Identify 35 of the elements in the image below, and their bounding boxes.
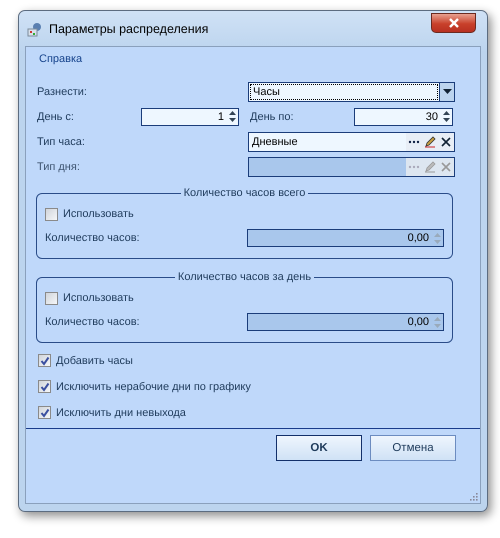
field-label: День по:	[250, 110, 295, 122]
checkbox[interactable]	[38, 354, 51, 367]
field-label: Тип часа:	[37, 136, 86, 148]
checkbox-label[interactable]: Использовать	[63, 208, 134, 220]
dialog-button[interactable]: Отмена	[370, 435, 456, 461]
checkbox-label[interactable]: Использовать	[63, 292, 134, 304]
number-field[interactable]: 1	[141, 108, 239, 126]
field-label: Тип дня:	[37, 160, 81, 172]
number-field[interactable]: 30	[354, 108, 453, 126]
close-button[interactable]	[431, 12, 476, 32]
field-label: День с:	[37, 110, 75, 122]
checkbox[interactable]	[45, 292, 58, 304]
group-title: Количество часов за день	[176, 271, 312, 283]
spin-arrows-icon[interactable]	[227, 109, 238, 124]
checkbox[interactable]	[38, 406, 51, 419]
window-title: Параметры распределения	[49, 22, 208, 36]
checkbox-label[interactable]: Исключить нерабочие дни по графику	[56, 380, 251, 392]
more-icon[interactable]	[406, 132, 422, 150]
dialog-button[interactable]: OK	[276, 435, 362, 461]
field-label: Количество часов:	[45, 316, 140, 328]
group-title: Количество часов всего	[182, 187, 306, 199]
spin-arrows-icon[interactable]	[441, 109, 452, 124]
field-label: Разнести:	[37, 86, 88, 98]
checkbox-label[interactable]: Исключить дни невыхода	[56, 406, 186, 418]
checkbox[interactable]	[45, 208, 58, 220]
lookup-field[interactable]: Дневные	[248, 132, 455, 152]
close-icon[interactable]	[448, 18, 460, 28]
app-icon	[27, 20, 43, 36]
dropdown[interactable]: Часы	[248, 82, 455, 102]
resize-grip-icon[interactable]	[468, 491, 478, 501]
field-label: Количество часов:	[45, 232, 140, 244]
clear-icon[interactable]	[438, 132, 454, 150]
menu-item[interactable]: Справка	[39, 53, 82, 65]
checkbox-label[interactable]: Добавить часы	[56, 354, 133, 366]
checkbox[interactable]	[38, 380, 51, 393]
